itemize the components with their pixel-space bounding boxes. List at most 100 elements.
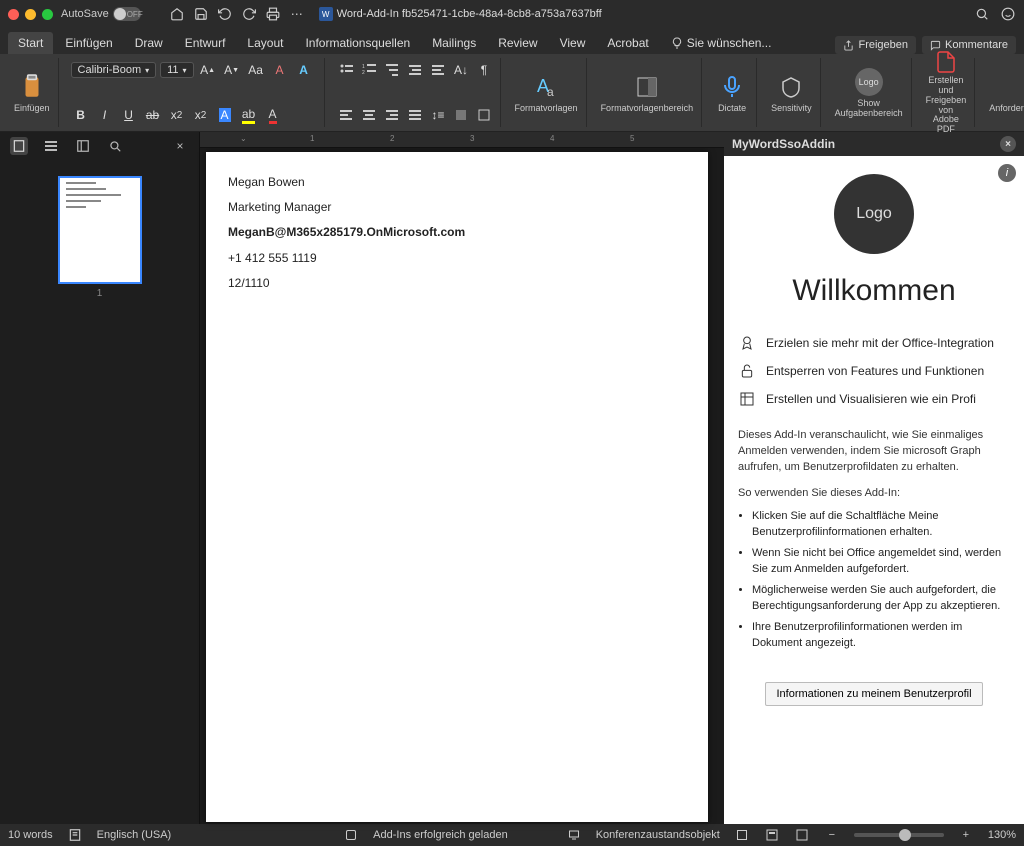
nav-close-button[interactable]: × <box>171 137 189 155</box>
superscript-button[interactable]: x2 <box>191 105 211 125</box>
sort-button[interactable]: A↓ <box>452 60 471 80</box>
document-page[interactable]: Megan Bowen Marketing Manager MeganB@M36… <box>206 152 708 822</box>
tab-insert[interactable]: Einfügen <box>55 32 122 54</box>
search-icon[interactable] <box>974 6 990 22</box>
focus-mode-button[interactable] <box>734 827 750 843</box>
window-controls <box>8 9 53 20</box>
zoom-slider[interactable] <box>854 833 944 837</box>
taskpane-steps: Klicken Sie auf die Schaltfläche Meine B… <box>724 502 1024 666</box>
smile-feedback-icon[interactable] <box>1000 6 1016 22</box>
feature-item: Entsperren von Features und Funktionen <box>738 362 1010 380</box>
home-icon[interactable] <box>169 6 185 22</box>
document-title: W Word-Add-In fb525471-1cbe-48a4-8cb8-a7… <box>319 7 602 21</box>
line-spacing-button[interactable]: ↕≡ <box>429 105 448 125</box>
get-profile-button[interactable]: Informationen zu meinem Benutzerprofil <box>765 682 982 706</box>
print-icon[interactable] <box>265 6 281 22</box>
adobe-sign-label: Anforderungssignaturen <box>989 104 1024 114</box>
page-thumbnail[interactable] <box>58 176 142 284</box>
tab-acrobat[interactable]: Acrobat <box>597 32 658 54</box>
styles-pane-button[interactable] <box>631 72 663 102</box>
subscript-button[interactable]: x2 <box>167 105 187 125</box>
bold-button[interactable]: B <box>71 105 91 125</box>
align-left-button[interactable] <box>337 105 356 125</box>
nav-thumbnails-button[interactable] <box>10 137 28 155</box>
align-right-button[interactable] <box>383 105 402 125</box>
print-layout-button[interactable] <box>764 827 780 843</box>
highlight-color-button[interactable]: ab <box>239 105 259 125</box>
tab-draw[interactable]: Draw <box>125 32 173 54</box>
styles-pane-label: Formatvorlagenbereich <box>601 104 694 114</box>
borders-button[interactable] <box>475 105 494 125</box>
numbering-button[interactable]: 12 <box>360 60 379 80</box>
font-name-select[interactable]: Calibri-Boom▾ <box>71 62 157 78</box>
web-layout-button[interactable] <box>794 827 810 843</box>
share-button[interactable]: Freigeben <box>835 36 916 54</box>
taskpane-paragraph: Dieses Add-In veranschaulicht, wie Sie e… <box>724 418 1024 476</box>
horizontal-ruler[interactable]: ⌄ 1 2 3 4 5 <box>200 132 724 148</box>
grow-font-button[interactable]: A▲ <box>198 60 218 80</box>
zoom-in-button[interactable]: + <box>958 827 974 843</box>
paste-button[interactable] <box>16 72 48 102</box>
presentation-icon[interactable] <box>566 827 582 843</box>
zoom-level[interactable]: 130% <box>988 829 1016 841</box>
change-case-button[interactable]: Aa <box>246 60 266 80</box>
nav-results-button[interactable] <box>74 137 92 155</box>
indent-left-button[interactable] <box>406 60 425 80</box>
tab-references[interactable]: Informationsquellen <box>295 32 420 54</box>
font-color-button[interactable]: A <box>263 105 283 125</box>
text-effects-button[interactable]: A <box>294 60 314 80</box>
spellcheck-icon[interactable] <box>67 827 83 843</box>
taskpane-close-button[interactable]: × <box>1000 136 1016 152</box>
addin-show-button[interactable]: Logo <box>853 67 885 97</box>
save-icon[interactable] <box>193 6 209 22</box>
info-icon[interactable]: i <box>998 164 1016 182</box>
tab-view[interactable]: View <box>550 32 596 54</box>
sensitivity-button[interactable] <box>775 72 807 102</box>
font-size-select[interactable]: 11▾ <box>160 62 193 78</box>
bullets-button[interactable] <box>337 60 356 80</box>
underline-button[interactable]: U <box>119 105 139 125</box>
redo-icon[interactable] <box>241 6 257 22</box>
tab-layout[interactable]: Layout <box>237 32 293 54</box>
close-window-button[interactable] <box>8 9 19 20</box>
more-icon[interactable]: ⋯ <box>289 6 305 22</box>
tab-mailings[interactable]: Mailings <box>422 32 486 54</box>
tab-start[interactable]: Start <box>8 32 53 54</box>
multilevel-button[interactable] <box>383 60 402 80</box>
language-status[interactable]: Englisch (USA) <box>97 829 172 841</box>
doc-line: Megan Bowen <box>228 170 686 195</box>
minimize-window-button[interactable] <box>25 9 36 20</box>
show-marks-button[interactable]: ¶ <box>475 60 494 80</box>
bulb-icon <box>671 37 683 49</box>
maximize-window-button[interactable] <box>42 9 53 20</box>
indent-right-button[interactable] <box>429 60 448 80</box>
autosave-toggle[interactable]: AutoSave OFF <box>61 7 161 21</box>
taskpane-heading: Willkommen <box>724 274 1024 308</box>
text-highlight-button[interactable]: A <box>215 105 235 125</box>
shrink-font-button[interactable]: A▼ <box>222 60 242 80</box>
doc-line: Marketing Manager <box>228 195 686 220</box>
word-count[interactable]: 10 words <box>8 829 53 841</box>
undo-icon[interactable] <box>217 6 233 22</box>
justify-button[interactable] <box>406 105 425 125</box>
tell-me-search[interactable]: Sie wünschen... <box>661 32 782 54</box>
tab-review[interactable]: Review <box>488 32 547 54</box>
clear-formatting-button[interactable]: A <box>270 60 290 80</box>
paste-group: Einfügen <box>6 58 59 127</box>
adobe-create-button[interactable] <box>930 50 962 74</box>
dictate-button[interactable] <box>716 72 748 102</box>
dictate-label: Dictate <box>718 104 746 114</box>
styles-button[interactable]: Aa <box>530 72 562 102</box>
shading-button[interactable] <box>452 105 471 125</box>
tab-design[interactable]: Entwurf <box>175 32 236 54</box>
addin-show-group: Logo Show Aufgabenbereich <box>827 58 912 127</box>
doc-line: MeganB@M365x285179.OnMicrosoft.com <box>228 220 686 245</box>
paste-label: Einfügen <box>14 104 50 114</box>
nav-headings-button[interactable] <box>42 137 60 155</box>
align-center-button[interactable] <box>360 105 379 125</box>
zoom-out-button[interactable]: − <box>824 827 840 843</box>
nav-find-button[interactable] <box>106 137 124 155</box>
italic-button[interactable]: I <box>95 105 115 125</box>
strikethrough-button[interactable]: ab <box>143 105 163 125</box>
addins-status: Add-Ins erfolgreich geladen <box>373 829 508 841</box>
